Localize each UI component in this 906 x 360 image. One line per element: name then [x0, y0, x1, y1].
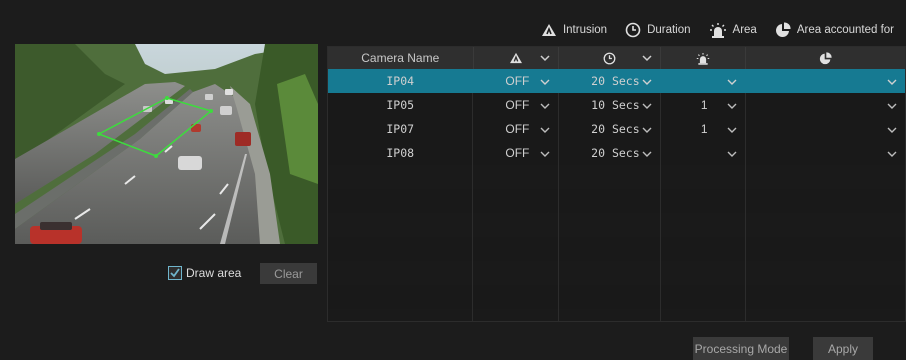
legend-area-accounted: Area accounted for: [775, 22, 894, 38]
area-select[interactable]: [661, 141, 746, 165]
chevron-down-icon[interactable]: [642, 78, 652, 86]
intrusion-value: OFF: [505, 146, 530, 160]
camera-name-cell: IP04: [328, 69, 474, 93]
area-value: 1: [700, 98, 708, 112]
chevron-down-icon[interactable]: [540, 102, 550, 110]
chevron-down-icon[interactable]: [727, 102, 737, 110]
legend-duration: Duration: [625, 22, 691, 38]
chevron-down-icon[interactable]: [540, 78, 550, 86]
area-accounted-select[interactable]: [746, 117, 905, 141]
duration-select[interactable]: 20 Secs: [559, 69, 661, 93]
processing-mode-button[interactable]: Processing Mode: [693, 337, 789, 360]
clock-icon: [603, 52, 616, 64]
apply-button[interactable]: Apply: [813, 337, 873, 360]
column-legend: Intrusion Duration Area Area accounted f…: [541, 22, 894, 38]
col-duration[interactable]: [559, 47, 661, 69]
duration-value: 10 Secs: [591, 98, 640, 112]
area-value: 1: [700, 122, 708, 136]
intrusion-select[interactable]: OFF: [473, 141, 560, 165]
chevron-down-icon[interactable]: [540, 51, 550, 65]
legend-area: Area: [709, 22, 757, 38]
area-accounted-select[interactable]: [746, 141, 905, 165]
intrusion-value: OFF: [505, 122, 530, 136]
empty-row: [328, 237, 905, 261]
camera-name-cell: IP08: [328, 141, 474, 165]
chevron-down-icon[interactable]: [887, 78, 897, 86]
intrusion-select[interactable]: OFF: [473, 69, 560, 93]
intrusion-icon: [541, 23, 557, 37]
draw-area-label: Draw area: [186, 266, 242, 280]
clear-button[interactable]: Clear: [260, 263, 317, 284]
camera-name-cell: IP05: [328, 93, 474, 117]
table-row[interactable]: IP08 OFF 20 Secs: [328, 141, 905, 165]
chevron-down-icon[interactable]: [887, 102, 897, 110]
col-camera-name: Camera Name: [328, 47, 474, 69]
area-select[interactable]: [661, 69, 746, 93]
empty-row: [328, 261, 905, 285]
area-accounted-select[interactable]: [746, 93, 905, 117]
duration-select[interactable]: 10 Secs: [559, 93, 661, 117]
chevron-down-icon[interactable]: [642, 150, 652, 158]
legend-intrusion: Intrusion: [541, 23, 607, 37]
duration-select[interactable]: 20 Secs: [559, 141, 661, 165]
duration-value: 20 Secs: [591, 122, 640, 136]
table-row[interactable]: IP05 OFF 10 Secs 1: [328, 93, 905, 117]
draw-area-checkbox[interactable]: [168, 266, 182, 280]
area-select[interactable]: 1: [661, 93, 746, 117]
intrusion-icon: [509, 52, 522, 64]
empty-row: [328, 189, 905, 213]
check-icon: [170, 268, 180, 278]
legend-intrusion-label: Intrusion: [562, 24, 608, 36]
table-header: Camera Name: [328, 47, 905, 69]
table-body: IP04 OFF 20 Secs IP05 OFF 10 Secs 1 IP07…: [328, 69, 905, 321]
chevron-down-icon[interactable]: [887, 150, 897, 158]
chevron-down-icon[interactable]: [540, 150, 550, 158]
chevron-down-icon[interactable]: [642, 102, 652, 110]
intrusion-value: OFF: [505, 74, 530, 88]
pie-icon: [819, 51, 832, 64]
col-intrusion[interactable]: [474, 47, 560, 69]
camera-name-cell: IP07: [328, 117, 474, 141]
chevron-down-icon[interactable]: [540, 126, 550, 134]
legend-area-label: Area: [732, 24, 757, 36]
duration-value: 20 Secs: [591, 74, 640, 88]
intrusion-select[interactable]: OFF: [473, 117, 560, 141]
chevron-down-icon[interactable]: [642, 126, 652, 134]
chevron-down-icon[interactable]: [727, 78, 737, 86]
draw-area-toggle[interactable]: Draw area: [168, 266, 241, 280]
camera-preview[interactable]: [15, 44, 318, 244]
intrusion-value: OFF: [505, 98, 530, 112]
legend-duration-label: Duration: [647, 24, 691, 36]
empty-row: [328, 285, 905, 309]
chevron-down-icon[interactable]: [887, 126, 897, 134]
duration-value: 20 Secs: [591, 146, 640, 160]
siren-icon: [709, 22, 727, 38]
pie-icon: [775, 22, 791, 38]
duration-select[interactable]: 20 Secs: [559, 117, 661, 141]
legend-area-accounted-label: Area accounted for: [796, 24, 894, 36]
area-accounted-select[interactable]: [746, 69, 905, 93]
intrusion-select[interactable]: OFF: [473, 93, 560, 117]
table-row[interactable]: IP04 OFF 20 Secs: [328, 69, 905, 93]
chevron-down-icon[interactable]: [642, 51, 652, 65]
col-area: [661, 47, 746, 69]
camera-table: Camera Name IP04 OFF 20 Secs IP05 OFF 10…: [327, 46, 906, 322]
col-area-accounted: [746, 47, 905, 69]
siren-icon: [696, 52, 709, 65]
empty-row: [328, 165, 905, 189]
chevron-down-icon[interactable]: [727, 126, 737, 134]
empty-row: [328, 213, 905, 237]
area-select[interactable]: 1: [661, 117, 746, 141]
empty-row: [328, 309, 905, 321]
table-row[interactable]: IP07 OFF 20 Secs 1: [328, 117, 905, 141]
clock-icon: [625, 22, 641, 38]
chevron-down-icon[interactable]: [727, 150, 737, 158]
